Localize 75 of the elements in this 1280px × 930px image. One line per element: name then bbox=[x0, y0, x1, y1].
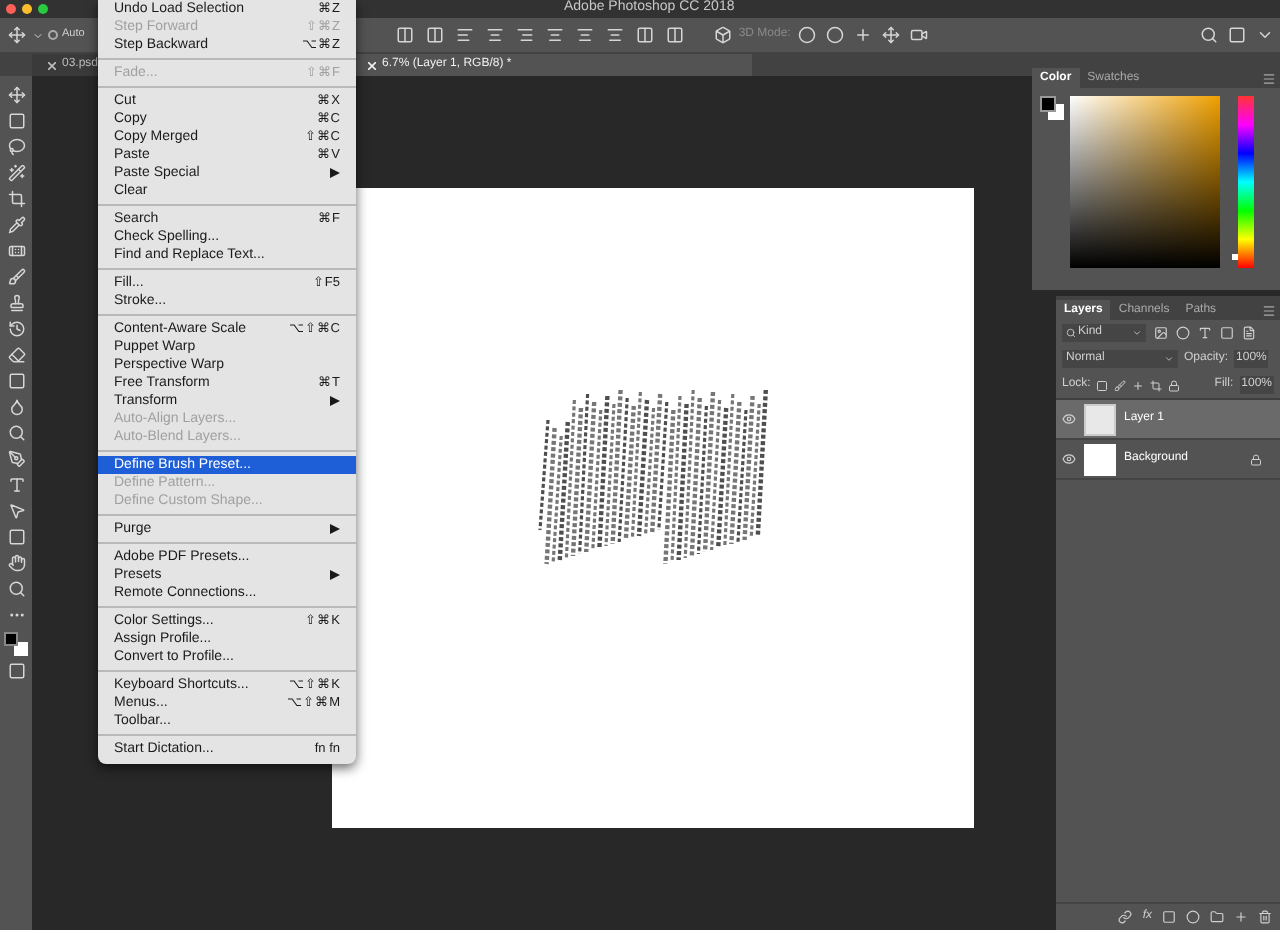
marquee-icon[interactable] bbox=[4, 108, 28, 132]
layer-thumbnail bbox=[1084, 443, 1116, 475]
visibility-icon[interactable] bbox=[1062, 452, 1076, 466]
gradient-icon[interactable] bbox=[4, 368, 28, 392]
slide-icon[interactable] bbox=[878, 23, 903, 47]
align-icon[interactable] bbox=[452, 23, 477, 47]
panel-menu-icon[interactable] bbox=[1262, 72, 1276, 86]
submenu-arrow-icon bbox=[330, 396, 340, 406]
dodge-icon[interactable] bbox=[4, 420, 28, 444]
mask-icon[interactable] bbox=[1162, 910, 1176, 924]
adjustment-filter-icon[interactable] bbox=[1176, 326, 1190, 340]
distribute-icon[interactable] bbox=[572, 23, 597, 47]
brush-icon[interactable] bbox=[4, 264, 28, 288]
color-swatches-icon[interactable] bbox=[4, 632, 28, 656]
close-button[interactable] bbox=[6, 4, 16, 14]
eraser-icon[interactable] bbox=[4, 342, 28, 366]
search-icon[interactable] bbox=[1196, 23, 1220, 47]
rectangle-icon[interactable] bbox=[4, 524, 28, 548]
lock-all-icon[interactable] bbox=[1168, 379, 1181, 391]
search-icon bbox=[1066, 328, 1076, 338]
image-filter-icon[interactable] bbox=[1154, 326, 1168, 340]
stamp-icon[interactable] bbox=[4, 290, 28, 314]
lock-brush-icon[interactable] bbox=[1114, 379, 1127, 391]
align-icon[interactable] bbox=[482, 23, 507, 47]
color-picker-field[interactable] bbox=[1070, 96, 1220, 268]
workspace-icon[interactable] bbox=[1224, 23, 1248, 47]
hand-icon[interactable] bbox=[4, 550, 28, 574]
align-icon[interactable] bbox=[392, 23, 417, 47]
auto-select-checkbox[interactable] bbox=[48, 30, 58, 40]
dropdown-icon bbox=[1132, 328, 1142, 338]
distribute-icon[interactable] bbox=[632, 23, 657, 47]
submenu-arrow-icon bbox=[330, 168, 340, 178]
distribute-icon[interactable] bbox=[662, 23, 687, 47]
layer-thumbnail bbox=[1084, 403, 1116, 435]
link-icon[interactable] bbox=[1118, 910, 1133, 924]
pointer-icon[interactable] bbox=[4, 498, 28, 522]
submenu-arrow-icon bbox=[330, 570, 340, 580]
distribute-icon[interactable] bbox=[602, 23, 627, 47]
wand-icon[interactable] bbox=[4, 160, 28, 184]
move-icon[interactable] bbox=[4, 23, 28, 47]
lasso-icon[interactable] bbox=[4, 134, 28, 158]
dropdown-icon bbox=[1164, 354, 1174, 364]
folder-icon[interactable] bbox=[1210, 910, 1224, 924]
distribute-icon[interactable] bbox=[542, 23, 567, 47]
zoom-button[interactable] bbox=[38, 4, 48, 14]
minimize-button[interactable] bbox=[22, 4, 32, 14]
new-layer-icon[interactable] bbox=[1234, 910, 1248, 924]
shape-filter-icon[interactable] bbox=[1220, 326, 1234, 340]
lock-position-icon[interactable] bbox=[1132, 379, 1145, 391]
trash-icon[interactable] bbox=[1258, 910, 1272, 924]
pen-icon[interactable] bbox=[4, 446, 28, 470]
type-icon[interactable] bbox=[4, 472, 28, 496]
smart-filter-icon[interactable] bbox=[1242, 326, 1256, 340]
hue-slider[interactable] bbox=[1238, 96, 1254, 268]
type-filter-icon[interactable] bbox=[1198, 326, 1212, 340]
eyedropper-icon[interactable] bbox=[4, 212, 28, 236]
quick-mask-icon[interactable] bbox=[4, 658, 28, 682]
zoom-icon[interactable] bbox=[4, 576, 28, 600]
align-icon[interactable] bbox=[512, 23, 537, 47]
grid-icon[interactable] bbox=[710, 23, 735, 47]
close-icon[interactable] bbox=[48, 61, 56, 69]
align-icon[interactable] bbox=[422, 23, 447, 47]
dropdown-icon[interactable] bbox=[32, 29, 44, 41]
submenu-arrow-icon bbox=[330, 524, 340, 534]
adjustment-icon[interactable] bbox=[1186, 910, 1200, 924]
panel-menu-icon[interactable] bbox=[1262, 304, 1276, 318]
crop-icon[interactable] bbox=[4, 186, 28, 210]
move-icon[interactable] bbox=[4, 82, 28, 106]
roll-icon[interactable] bbox=[822, 23, 847, 47]
history-brush-icon[interactable] bbox=[4, 316, 28, 340]
lock-artboard-icon[interactable] bbox=[1150, 379, 1163, 391]
foreground-background-icon[interactable] bbox=[1040, 96, 1064, 120]
lock-pixels-icon[interactable] bbox=[1096, 379, 1109, 391]
orbit-icon[interactable] bbox=[794, 23, 819, 47]
visibility-icon[interactable] bbox=[1062, 412, 1076, 426]
